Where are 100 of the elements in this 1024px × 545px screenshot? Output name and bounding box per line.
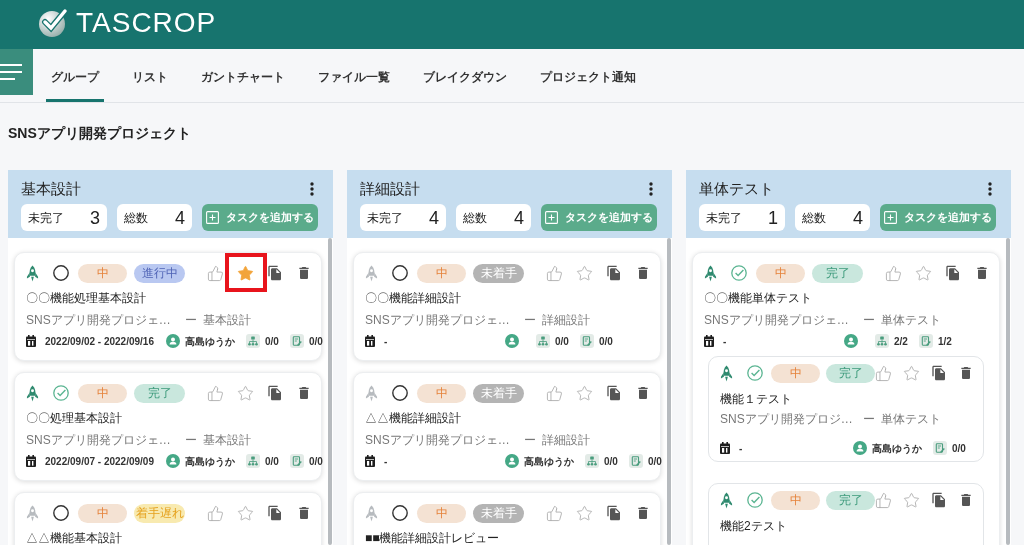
trash-icon[interactable] <box>635 505 651 521</box>
trash-icon[interactable] <box>296 265 312 281</box>
copy-icon[interactable] <box>267 385 283 401</box>
copy-icon[interactable] <box>945 265 961 281</box>
trash-icon[interactable] <box>635 265 651 281</box>
done-checkbox[interactable] <box>747 492 763 508</box>
stat-label: 未完了 <box>367 209 403 227</box>
stat-label: 未完了 <box>706 209 742 227</box>
done-checkbox[interactable] <box>731 265 747 281</box>
copy-icon[interactable] <box>606 505 622 521</box>
done-checkbox[interactable] <box>392 265 408 281</box>
date-range: - <box>384 334 388 349</box>
stat-value: 1 <box>768 208 778 227</box>
separator: ー <box>523 432 536 449</box>
copy-icon[interactable] <box>267 505 283 521</box>
date-range: 2022/09/07 - 2022/09/09 <box>45 454 154 469</box>
done-checkbox[interactable] <box>747 365 763 381</box>
trash-icon[interactable] <box>958 492 974 508</box>
priority-badge: 中 <box>771 490 820 510</box>
group-name: 単体テスト <box>880 411 941 428</box>
scrollbar-thumb[interactable] <box>1006 238 1010 545</box>
nav-tab[interactable]: ガントチャート <box>196 49 290 102</box>
separator: ー <box>523 312 536 329</box>
trash-icon[interactable] <box>296 385 312 401</box>
rocket-icon <box>26 384 39 402</box>
more-menu-icon[interactable] <box>310 182 314 196</box>
nav-tab[interactable]: ブレイクダウン <box>418 49 512 102</box>
subtask-icon <box>536 334 550 348</box>
avatar-icon <box>505 454 519 468</box>
date-range: - <box>384 454 388 469</box>
status-badge: 完了 <box>826 363 875 383</box>
checklist-count: 0/0 <box>952 441 966 456</box>
separator: ー <box>862 312 875 329</box>
star-icon[interactable] <box>903 491 920 509</box>
copy-icon[interactable] <box>606 385 622 401</box>
nav-tab[interactable]: プロジェクト通知 <box>535 49 641 102</box>
stat-value: 3 <box>90 208 100 227</box>
task-title: 〇〇処理基本設計 <box>26 410 123 427</box>
more-menu-icon[interactable] <box>988 182 992 196</box>
star-icon[interactable] <box>576 504 593 522</box>
subtask-icon <box>246 454 260 468</box>
thumbs-up-icon[interactable] <box>546 264 563 282</box>
checklist-icon <box>289 454 304 468</box>
task-title: ■■機能詳細設計レビュー <box>365 530 501 545</box>
star-icon[interactable] <box>237 504 254 522</box>
menu-icon <box>0 64 22 80</box>
nav-tab[interactable]: ファイル一覧 <box>313 49 395 102</box>
nav-tab[interactable]: グループ <box>46 49 104 102</box>
thumbs-up-icon[interactable] <box>875 491 892 509</box>
date-range: - <box>723 334 727 349</box>
star-icon[interactable] <box>576 384 593 402</box>
star-icon[interactable] <box>903 364 920 382</box>
trash-icon[interactable] <box>974 265 990 281</box>
trash-icon[interactable] <box>635 385 651 401</box>
avatar-icon <box>505 334 519 348</box>
done-checkbox[interactable] <box>392 385 408 401</box>
subtask-count: 0/0 <box>265 454 279 469</box>
copy-icon[interactable] <box>931 365 947 381</box>
star-icon[interactable] <box>237 384 254 402</box>
thumbs-up-icon[interactable] <box>207 264 224 282</box>
thumbs-up-icon[interactable] <box>546 384 563 402</box>
scrollbar-thumb[interactable] <box>667 238 671 545</box>
thumbs-up-icon[interactable] <box>875 364 892 382</box>
copy-icon[interactable] <box>267 265 283 281</box>
checklist-icon <box>918 334 933 348</box>
trash-icon[interactable] <box>958 365 974 381</box>
scrollbar-thumb[interactable] <box>328 238 332 545</box>
trash-icon[interactable] <box>296 505 312 521</box>
done-checkbox[interactable] <box>53 385 69 401</box>
thumbs-up-icon[interactable] <box>546 504 563 522</box>
rocket-icon <box>365 504 378 522</box>
menu-button[interactable] <box>0 49 33 95</box>
task-title: △△機能詳細設計 <box>365 410 462 427</box>
star-icon[interactable] <box>576 264 593 282</box>
copy-icon[interactable] <box>931 492 947 508</box>
done-checkbox[interactable] <box>392 505 408 521</box>
star-icon[interactable] <box>237 264 254 282</box>
separator: ー <box>184 312 197 329</box>
more-menu-icon[interactable] <box>649 182 653 196</box>
calendar-icon <box>26 455 36 467</box>
thumbs-up-icon[interactable] <box>207 384 224 402</box>
project-name: SNSアプリ開発プロジ… <box>720 411 853 428</box>
stat-value: 4 <box>175 208 185 227</box>
calendar-icon <box>26 335 36 347</box>
calendar-icon <box>704 335 714 347</box>
rocket-icon <box>26 264 39 282</box>
thumbs-up-icon[interactable] <box>885 264 902 282</box>
task-title: 〇〇機能詳細設計 <box>365 290 462 307</box>
checklist-count: 0/0 <box>598 334 613 349</box>
done-checkbox[interactable] <box>53 505 69 521</box>
stat-label: 総数 <box>802 209 826 227</box>
priority-badge: 中 <box>78 383 127 403</box>
done-checkbox[interactable] <box>53 265 69 281</box>
subtask-icon <box>246 334 260 348</box>
nav-tab[interactable]: リスト <box>127 49 173 102</box>
thumbs-up-icon[interactable] <box>207 504 224 522</box>
copy-icon[interactable] <box>606 265 622 281</box>
rocket-icon <box>365 264 378 282</box>
star-icon[interactable] <box>915 264 932 282</box>
plus-icon <box>545 211 558 224</box>
